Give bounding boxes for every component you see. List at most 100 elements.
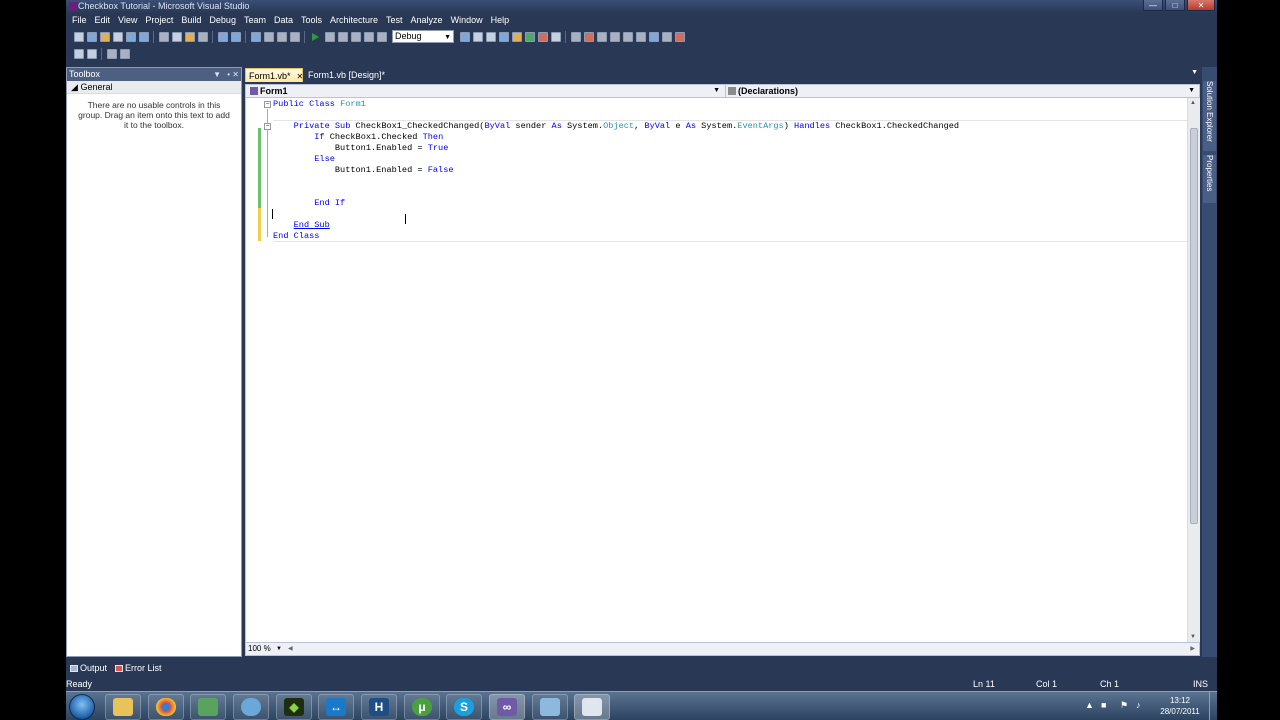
scroll-up-icon[interactable]: ▲ <box>1190 100 1196 106</box>
size-icon[interactable] <box>622 31 633 42</box>
vertical-scrollbar[interactable]: ▲ ▼ <box>1187 98 1200 642</box>
menu-test[interactable]: Test <box>382 13 407 28</box>
toolbox-group-general[interactable]: ◢ General <box>67 81 241 94</box>
taskbar-recorder[interactable] <box>574 694 610 720</box>
menu-file[interactable]: File <box>68 13 91 28</box>
add-new-item-icon[interactable] <box>112 31 123 42</box>
class-name-combo[interactable]: Form1 ▼ <box>248 85 722 97</box>
close-icon[interactable]: ✕ <box>1187 0 1215 11</box>
redo-icon[interactable] <box>263 31 274 42</box>
minimize-icon[interactable]: — <box>1143 0 1163 11</box>
step-into-icon[interactable] <box>350 31 361 42</box>
taskbar-hamachi[interactable]: H <box>361 694 397 720</box>
copy-icon[interactable] <box>171 31 182 42</box>
step-out-icon[interactable] <box>376 31 387 42</box>
tab-properties[interactable]: Properties <box>1203 155 1216 203</box>
method-name-combo[interactable]: (Declarations) ▼ <box>725 85 1197 97</box>
menu-architecture[interactable]: Architecture <box>326 13 382 28</box>
uncomment-icon[interactable] <box>230 31 241 42</box>
properties-icon[interactable] <box>485 31 496 42</box>
menu-build[interactable]: Build <box>177 13 205 28</box>
taskbar-chrome[interactable] <box>148 694 184 720</box>
comment-icon[interactable] <box>217 31 228 42</box>
taskbar-clock[interactable]: 13:12 28/07/2011 <box>1155 695 1205 717</box>
format-icon[interactable] <box>596 31 607 42</box>
show-desktop-button[interactable] <box>1209 692 1217 720</box>
menu-team[interactable]: Team <box>240 13 270 28</box>
collapse-class-icon[interactable]: − <box>264 101 271 108</box>
scroll-left-icon[interactable]: ◀ <box>288 645 293 652</box>
spacing-icon[interactable] <box>635 31 646 42</box>
quick-info-icon[interactable] <box>106 48 117 59</box>
taskbar-skype[interactable]: S <box>446 694 482 720</box>
extension-manager-icon[interactable] <box>537 31 548 42</box>
menu-tools[interactable]: Tools <box>297 13 326 28</box>
taskbar-application[interactable] <box>532 694 568 720</box>
stop-icon[interactable] <box>337 31 348 42</box>
cut-icon[interactable] <box>158 31 169 42</box>
step-over-icon[interactable] <box>363 31 374 42</box>
auto-hide-pin-icon[interactable]: • <box>227 68 230 81</box>
add-item-icon[interactable] <box>86 31 97 42</box>
taskbar-utorrent[interactable]: μ <box>404 694 440 720</box>
taskbar-visual-studio[interactable]: ∞ <box>489 694 525 720</box>
toolbar-options-icon[interactable] <box>674 31 685 42</box>
zoom-level[interactable]: 100 % ▼ <box>248 643 282 655</box>
maximize-icon[interactable]: □ <box>1165 0 1185 11</box>
parameter-info-icon[interactable] <box>86 48 97 59</box>
pause-icon[interactable] <box>324 31 335 42</box>
collapse-method-icon[interactable]: − <box>264 123 271 130</box>
show-hidden-icons-icon[interactable]: ▲ <box>1085 701 1094 710</box>
object-browser-icon[interactable] <box>498 31 509 42</box>
tab-error-list[interactable]: Error List <box>113 662 163 675</box>
menu-debug[interactable]: Debug <box>205 13 240 28</box>
start-button[interactable] <box>69 694 95 720</box>
menu-window[interactable]: Window <box>447 13 487 28</box>
tab-form1-vb[interactable]: Form1.vb* ✕ <box>245 68 303 82</box>
solution-explorer-icon[interactable] <box>472 31 483 42</box>
tab-output[interactable]: Output <box>68 662 112 675</box>
list-members-icon[interactable] <box>73 48 84 59</box>
taskbar-explorer[interactable] <box>105 694 141 720</box>
navigate-backward-icon[interactable] <box>276 31 287 42</box>
save-icon[interactable] <box>125 31 136 42</box>
scroll-down-icon[interactable]: ▼ <box>1190 634 1196 640</box>
undo-icon[interactable] <box>250 31 261 42</box>
menu-project[interactable]: Project <box>141 13 177 28</box>
scroll-thumb[interactable] <box>1190 128 1198 524</box>
active-files-dropdown-icon[interactable]: ▼ <box>1191 69 1198 76</box>
command-window-icon[interactable] <box>550 31 561 42</box>
tab-solution-explorer[interactable]: Solution Explorer <box>1203 81 1216 151</box>
start-page-icon[interactable] <box>524 31 535 42</box>
menu-help[interactable]: Help <box>487 13 514 28</box>
order-icon[interactable] <box>648 31 659 42</box>
toggle-bookmark-icon[interactable] <box>570 31 581 42</box>
scroll-right-icon[interactable]: ▶ <box>1190 645 1195 652</box>
new-project-icon[interactable] <box>73 31 84 42</box>
menu-edit[interactable]: Edit <box>91 13 115 28</box>
taskbar-game[interactable]: ◆ <box>276 694 312 720</box>
close-toolbox-icon[interactable]: ✕ <box>232 68 239 81</box>
volume-icon[interactable]: ♪ <box>1136 701 1145 710</box>
navigate-forward-icon[interactable] <box>289 31 300 42</box>
menu-view[interactable]: View <box>114 13 141 28</box>
find-in-files-icon[interactable] <box>459 31 470 42</box>
paste-icon[interactable] <box>184 31 195 42</box>
window-position-icon[interactable]: ▼ <box>213 68 221 81</box>
lock-controls-icon[interactable] <box>661 31 672 42</box>
align-icon[interactable] <box>609 31 620 42</box>
find-icon[interactable] <box>197 31 208 42</box>
taskbar-messenger[interactable] <box>233 694 269 720</box>
save-all-icon[interactable] <box>138 31 149 42</box>
tray-app-icon[interactable]: ■ <box>1101 701 1110 710</box>
open-file-icon[interactable] <box>99 31 110 42</box>
solution-configuration-select[interactable]: Debug ▼ <box>392 30 454 43</box>
taskbar-teamviewer[interactable]: ↔ <box>318 694 354 720</box>
close-tab-icon[interactable]: ✕ <box>297 72 304 81</box>
action-center-icon[interactable]: ⚑ <box>1120 701 1129 710</box>
tab-form1-design[interactable]: Form1.vb [Design]* <box>305 68 395 82</box>
complete-word-icon[interactable] <box>119 48 130 59</box>
menu-data[interactable]: Data <box>270 13 297 28</box>
layout-icon[interactable] <box>583 31 594 42</box>
taskbar-network[interactable] <box>190 694 226 720</box>
